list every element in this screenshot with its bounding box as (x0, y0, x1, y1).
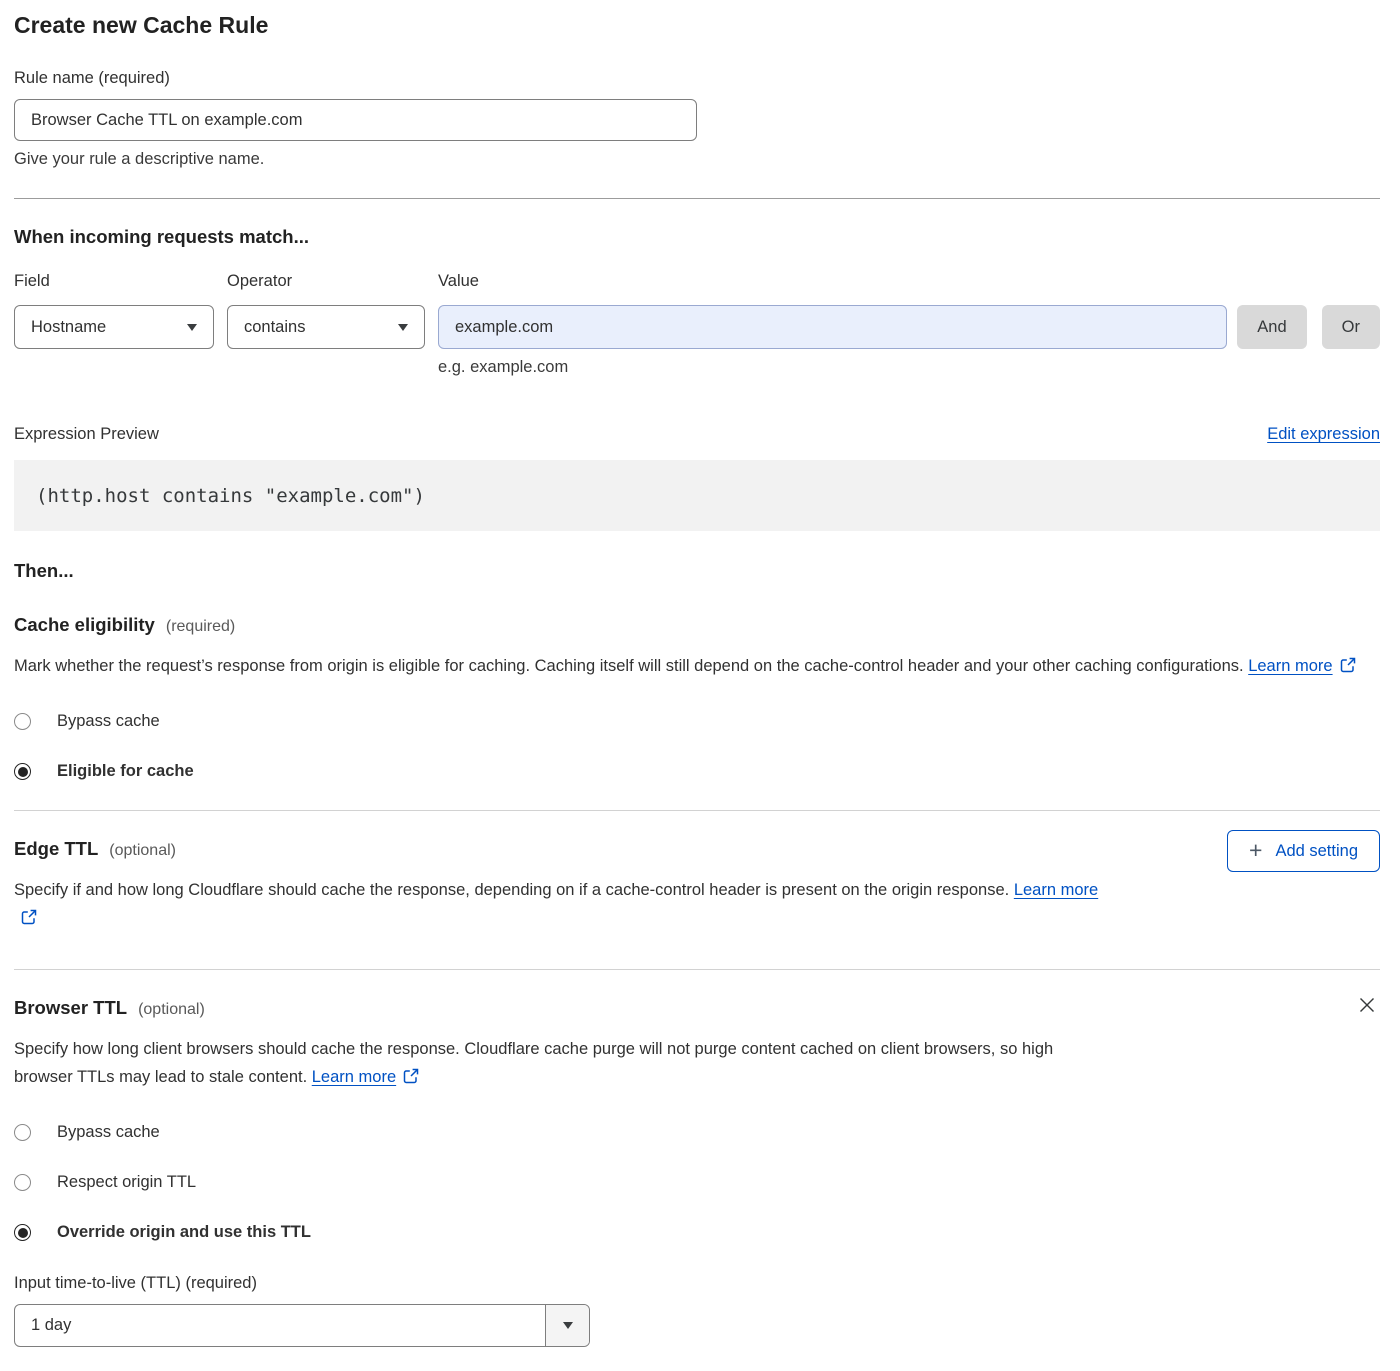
value-input[interactable] (438, 305, 1227, 349)
radio-icon (14, 1174, 31, 1191)
value-label: Value (438, 272, 1227, 291)
browser-ttl-title: Browser TTL (14, 997, 127, 1019)
add-setting-label: Add setting (1275, 842, 1358, 861)
radio-label: Respect origin TTL (57, 1173, 196, 1192)
edge-ttl-section: Edge TTL (optional) + Add setting Specif… (14, 838, 1380, 934)
rule-name-helper: Give your rule a descriptive name. (14, 150, 1380, 169)
close-icon[interactable] (1354, 993, 1380, 1019)
cache-eligibility-description: Mark whether the request’s response from… (14, 652, 1359, 682)
expression-header: Expression Preview Edit expression (14, 425, 1380, 444)
then-heading: Then... (14, 560, 1380, 582)
rule-name-label: Rule name (required) (14, 69, 1380, 88)
ttl-select-arrow[interactable] (545, 1305, 589, 1346)
operator-select[interactable]: contains (227, 305, 425, 349)
external-link-icon (1340, 659, 1356, 677)
description-text: Specify if and how long Cloudflare shoul… (14, 881, 1014, 899)
ttl-select-value: 1 day (15, 1305, 545, 1346)
operator-label: Operator (227, 272, 425, 291)
expression-preview-label: Expression Preview (14, 425, 159, 444)
browser-ttl-section: Browser TTL (optional) Specify how long … (14, 997, 1380, 1347)
chevron-down-icon (563, 1322, 573, 1329)
chevron-down-icon (398, 324, 408, 331)
logic-buttons: And Or (1237, 305, 1380, 349)
ttl-label: Input time-to-live (TTL) (required) (14, 1274, 1380, 1293)
radio-eligible-for-cache[interactable]: Eligible for cache (14, 762, 194, 781)
value-helper: e.g. example.com (438, 358, 1227, 377)
radio-respect-origin-ttl[interactable]: Respect origin TTL (14, 1173, 196, 1192)
cache-eligibility-section: Cache eligibility (required) Mark whethe… (14, 614, 1380, 781)
radio-bypass-cache-browser[interactable]: Bypass cache (14, 1123, 160, 1142)
radio-selected-icon (14, 1224, 31, 1241)
section-divider (14, 810, 1380, 811)
field-select[interactable]: Hostname (14, 305, 214, 349)
learn-more-link[interactable]: Learn more (1014, 881, 1098, 899)
match-builder-row: Field Operator Value Hostname contains A… (14, 272, 1380, 377)
external-link-icon (21, 911, 37, 929)
ttl-select[interactable]: 1 day (14, 1304, 590, 1347)
edge-ttl-title: Edge TTL (14, 838, 98, 860)
learn-more-link[interactable]: Learn more (312, 1068, 396, 1086)
or-button[interactable]: Or (1322, 305, 1380, 349)
radio-bypass-cache[interactable]: Bypass cache (14, 712, 160, 731)
plus-icon: + (1249, 839, 1262, 862)
field-select-value: Hostname (31, 318, 106, 337)
external-link-icon (403, 1070, 419, 1088)
section-divider (14, 969, 1380, 970)
radio-label: Bypass cache (57, 1123, 160, 1142)
edit-expression-link[interactable]: Edit expression (1267, 425, 1380, 444)
create-cache-rule-form: Create new Cache Rule Rule name (require… (0, 0, 1400, 1371)
chevron-down-icon (187, 324, 197, 331)
cache-eligibility-title: Cache eligibility (14, 614, 155, 636)
radio-icon (14, 713, 31, 730)
learn-more-link[interactable]: Learn more (1248, 657, 1332, 675)
edge-ttl-description: Specify if and how long Cloudflare shoul… (14, 876, 1119, 934)
browser-ttl-description: Specify how long client browsers should … (14, 1035, 1104, 1093)
required-tag: (required) (166, 618, 235, 636)
radio-label: Bypass cache (57, 712, 160, 731)
radio-icon (14, 1124, 31, 1141)
description-text: Mark whether the request’s response from… (14, 657, 1248, 675)
and-button[interactable]: And (1237, 305, 1306, 349)
field-label: Field (14, 272, 214, 291)
radio-override-origin-ttl[interactable]: Override origin and use this TTL (14, 1223, 311, 1242)
operator-select-value: contains (244, 318, 305, 337)
rule-name-input[interactable] (14, 99, 697, 141)
section-divider (14, 198, 1380, 199)
page-title: Create new Cache Rule (14, 12, 1380, 39)
radio-selected-icon (14, 763, 31, 780)
expression-code-block: (http.host contains "example.com") (14, 460, 1380, 531)
optional-tag: (optional) (109, 842, 176, 860)
radio-label: Eligible for cache (57, 762, 194, 781)
radio-label: Override origin and use this TTL (57, 1223, 311, 1242)
expression-code: (http.host contains "example.com") (36, 485, 425, 507)
description-text: Specify how long client browsers should … (14, 1040, 1053, 1086)
optional-tag: (optional) (138, 1001, 205, 1019)
add-setting-button[interactable]: + Add setting (1227, 830, 1380, 872)
match-heading: When incoming requests match... (14, 226, 1380, 248)
ttl-field: Input time-to-live (TTL) (required) 1 da… (14, 1274, 1380, 1347)
